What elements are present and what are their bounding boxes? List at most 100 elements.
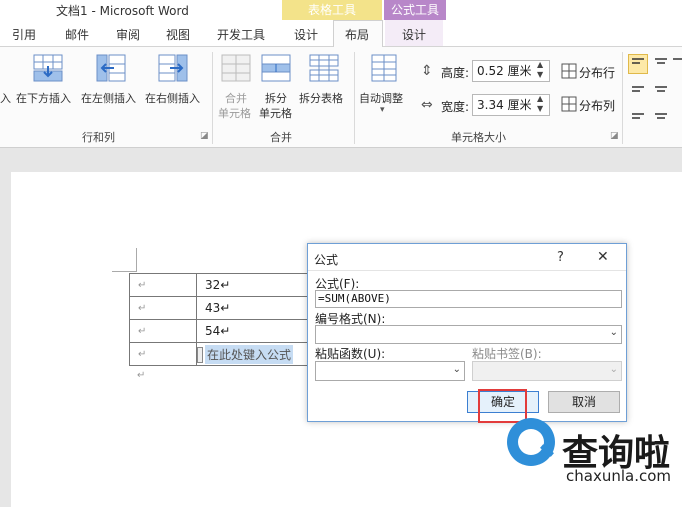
split-cells-icon xyxy=(261,54,291,82)
formula-placeholder[interactable]: 在此处键入公式 xyxy=(205,345,294,364)
merge-cells-button[interactable] xyxy=(221,54,251,85)
align-top-right-icon xyxy=(673,58,682,60)
close-icon[interactable]: ✕ xyxy=(597,249,609,265)
align-middle-center-button[interactable] xyxy=(652,80,670,101)
paragraph-mark: ↵ xyxy=(137,370,146,381)
tab-mailings[interactable]: 邮件 xyxy=(65,26,89,43)
context-tab-table-tools: 表格工具 xyxy=(282,0,382,20)
align-middle-left-button[interactable] xyxy=(629,80,647,101)
tab-view[interactable]: 视图 xyxy=(166,26,190,43)
align-top-left-button[interactable] xyxy=(628,54,648,74)
insert-below-icon xyxy=(33,54,63,82)
paste-function-label: 粘贴函数(U): xyxy=(315,347,386,361)
paste-bookmark-select[interactable]: ⌄ xyxy=(472,361,622,381)
group-label-merge: 合并 xyxy=(270,131,292,144)
insert-right-button[interactable] xyxy=(158,54,188,85)
insert-right-label: 在右侧插入 xyxy=(145,92,200,105)
align-middle-center-icon xyxy=(655,86,667,92)
chevron-down-icon: ⌄ xyxy=(452,364,461,375)
table-cell[interactable]: ↵ xyxy=(129,273,198,297)
group-label-cell-size: 单元格大小 xyxy=(451,131,506,144)
align-top-right-button[interactable] xyxy=(672,55,682,76)
align-middle-left-icon xyxy=(632,86,644,92)
autofit-button[interactable] xyxy=(371,54,397,85)
cell-mark: ↵ xyxy=(138,349,147,360)
align-top-center-icon xyxy=(655,58,667,64)
align-bottom-left-button[interactable] xyxy=(629,104,647,125)
split-cells-label-1: 拆分 xyxy=(265,92,287,105)
distribute-rows-button[interactable] xyxy=(561,63,577,82)
cell-mark: ↵ xyxy=(138,303,147,314)
help-button[interactable]: ? xyxy=(557,250,564,265)
rows-cols-launcher-icon[interactable]: ◪ xyxy=(200,131,209,141)
insert-right-icon xyxy=(158,54,188,82)
split-table-icon xyxy=(309,54,339,82)
distribute-rows-icon xyxy=(561,63,577,79)
ribbon-separator xyxy=(622,52,623,144)
insert-left-icon xyxy=(96,54,126,82)
split-table-button[interactable] xyxy=(309,54,339,85)
tab-table-design[interactable]: 设计 xyxy=(294,26,318,43)
tab-developer[interactable]: 开发工具 xyxy=(217,26,265,43)
align-top-center-button[interactable] xyxy=(652,55,670,76)
split-table-label: 拆分表格 xyxy=(299,92,343,105)
cell-value: 32↵ xyxy=(205,278,231,292)
merge-cells-label-1: 合并 xyxy=(225,92,247,105)
autofit-icon xyxy=(371,54,397,82)
formula-input-value: =SUM(ABOVE) xyxy=(318,292,391,305)
tab-formula-design[interactable]: 设计 xyxy=(402,26,426,43)
cell-value: 54↵ xyxy=(205,324,231,338)
col-width-icon: ⇔ xyxy=(421,97,433,113)
ribbon-separator xyxy=(212,52,213,144)
ok-button-highlight xyxy=(478,389,527,423)
ribbon-separator xyxy=(354,52,355,144)
margin-mark xyxy=(136,248,137,272)
autofit-dropdown-icon[interactable]: ▾ xyxy=(380,105,385,115)
cell-mark: ↵ xyxy=(138,280,147,291)
insert-below-partial-label: 入 xyxy=(0,92,11,105)
split-cells-label-2: 单元格 xyxy=(259,107,292,120)
align-bottom-left-icon xyxy=(632,113,644,119)
chevron-down-icon: ⌄ xyxy=(609,364,618,375)
number-format-select[interactable]: ⌄ xyxy=(315,325,622,344)
row-height-icon: ⇕ xyxy=(421,63,433,79)
align-bottom-center-button[interactable] xyxy=(652,104,670,125)
chevron-down-icon: ⌄ xyxy=(609,327,618,338)
app-title: 文档1 - Microsoft Word xyxy=(56,4,189,18)
merge-cells-label-2: 单元格 xyxy=(218,107,251,120)
merge-cells-icon xyxy=(221,54,251,82)
table-cell[interactable]: ↵ xyxy=(129,342,198,366)
cancel-button[interactable]: 取消 xyxy=(548,391,620,413)
tab-review[interactable]: 审阅 xyxy=(116,26,140,43)
formula-input[interactable]: =SUM(ABOVE) xyxy=(315,290,622,308)
field-handle-icon xyxy=(197,347,203,363)
width-spinner-icon[interactable]: ▲ ▼ xyxy=(537,94,543,114)
cell-mark: ↵ xyxy=(138,326,147,337)
align-top-left-icon xyxy=(632,58,644,64)
insert-left-button[interactable] xyxy=(96,54,126,85)
distribute-cols-button[interactable] xyxy=(561,96,577,115)
paste-function-select[interactable]: ⌄ xyxy=(315,361,465,381)
table-cell[interactable]: ↵ xyxy=(129,296,198,320)
tab-references[interactable]: 引用 xyxy=(12,26,36,43)
cell-size-launcher-icon[interactable]: ◪ xyxy=(610,131,619,141)
formula-dialog: 公式 ? ✕ 公式(F): =SUM(ABOVE) 编号格式(N): ⌄ 粘贴函… xyxy=(307,243,627,423)
autofit-label: 自动调整 xyxy=(359,92,403,105)
group-label-rows-cols: 行和列 xyxy=(82,131,115,144)
margin-mark xyxy=(112,271,136,272)
watermark-logo-inner xyxy=(518,429,544,455)
distribute-cols-label: 分布列 xyxy=(579,99,616,113)
table-cell[interactable]: 54↵ xyxy=(196,319,314,343)
table-cell[interactable]: 43↵ xyxy=(196,296,314,320)
paste-bookmark-label: 粘贴书签(B): xyxy=(472,347,542,361)
table-cell[interactable]: 在此处键入公式 xyxy=(196,342,314,366)
height-spinner-icon[interactable]: ▲ ▼ xyxy=(537,60,543,80)
insert-below-button[interactable] xyxy=(33,54,63,85)
distribute-cols-icon xyxy=(561,96,577,112)
distribute-rows-label: 分布行 xyxy=(579,66,616,80)
tab-table-layout[interactable]: 布局 xyxy=(345,26,369,43)
table-cell[interactable]: ↵ xyxy=(129,319,198,343)
cell-value: 43↵ xyxy=(205,301,231,315)
table-cell[interactable]: 32↵ xyxy=(196,273,314,297)
split-cells-button[interactable] xyxy=(261,54,291,85)
